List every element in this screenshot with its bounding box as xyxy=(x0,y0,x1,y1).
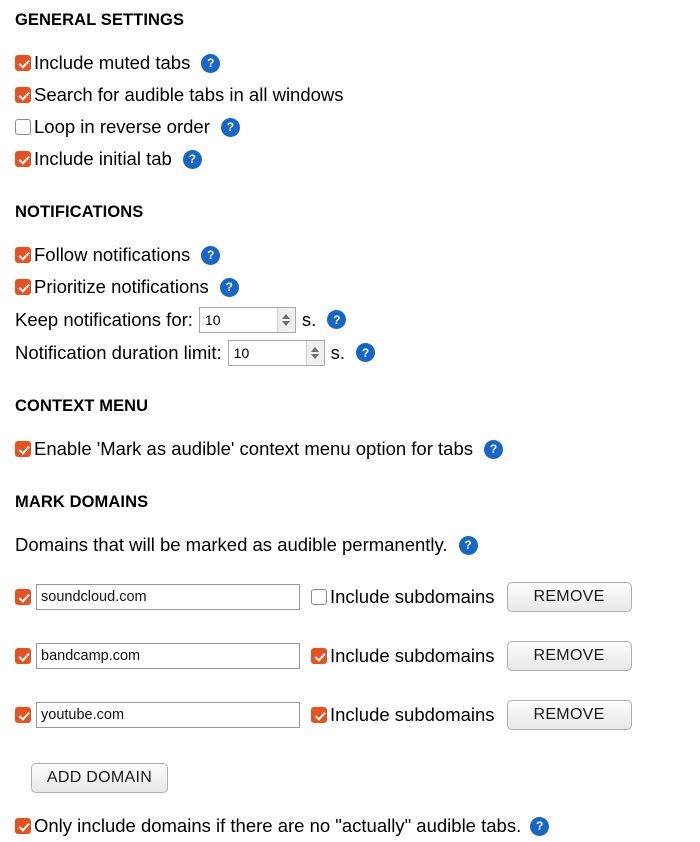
checkbox-include-subdomains[interactable] xyxy=(311,707,327,723)
section-title-general: GENERAL SETTINGS xyxy=(15,11,185,29)
option-search-all-windows[interactable]: Search for audible tabs in all windows xyxy=(15,79,700,111)
label-follow-notifications: Follow notifications xyxy=(34,244,191,265)
add-domain-button[interactable]: ADD DOMAIN xyxy=(31,763,168,793)
checkbox-domain-enabled[interactable] xyxy=(15,589,31,605)
spinner-stepper[interactable] xyxy=(276,307,295,332)
notification-duration-limit-value: 10 xyxy=(233,344,250,361)
help-icon[interactable]: ? xyxy=(484,439,503,459)
option-enable-mark-as-audible[interactable]: Enable 'Mark as audible' context menu op… xyxy=(15,433,700,465)
remove-domain-button[interactable]: REMOVE xyxy=(506,700,632,730)
mark-domains-description-row: Domains that will be marked as audible p… xyxy=(15,529,700,561)
checkbox-include-subdomains[interactable] xyxy=(311,648,327,664)
mark-domains-description: Domains that will be marked as audible p… xyxy=(15,534,448,555)
domain-input[interactable]: bandcamp.com xyxy=(36,643,300,669)
options-page: GENERAL SETTINGS Include muted tabs ? Se… xyxy=(0,0,700,836)
checkbox-prioritize-notifications[interactable] xyxy=(15,279,31,295)
checkbox-follow-notifications[interactable] xyxy=(15,247,31,263)
checkbox-domain-enabled[interactable] xyxy=(15,707,31,723)
option-only-if-no-audible-tabs[interactable]: Only include domains if there are no "ac… xyxy=(15,810,700,842)
label-prioritize-notifications: Prioritize notifications xyxy=(34,276,209,297)
option-follow-notifications[interactable]: Follow notifications ? xyxy=(15,239,700,271)
checkbox-domain-enabled[interactable] xyxy=(15,648,31,664)
add-domain-row: ADD DOMAIN xyxy=(15,762,700,794)
label-include-subdomains: Include subdomains xyxy=(330,586,495,607)
checkbox-enable-mark-as-audible[interactable] xyxy=(15,441,31,457)
chevron-up-icon[interactable] xyxy=(282,313,291,319)
notification-duration-limit-input[interactable]: 10 xyxy=(227,339,325,366)
section-title-context-menu: CONTEXT MENU xyxy=(15,397,149,415)
help-icon[interactable]: ? xyxy=(219,277,239,297)
setting-keep-notifications-for: Keep notifications for: 10 s. ? xyxy=(15,303,700,336)
label-include-subdomains: Include subdomains xyxy=(330,704,495,725)
checkbox-loop-reverse-order[interactable] xyxy=(15,119,31,135)
label-enable-mark-as-audible: Enable 'Mark as audible' context menu op… xyxy=(34,438,473,459)
section-title-mark-domains: MARK DOMAINS xyxy=(15,493,149,511)
spinner-stepper[interactable] xyxy=(305,340,324,365)
help-icon[interactable]: ? xyxy=(530,816,550,836)
label-only-if-no-audible-tabs: Only include domains if there are no "ac… xyxy=(34,815,522,836)
option-loop-reverse-order[interactable]: Loop in reverse order ? xyxy=(15,111,700,143)
domain-row: bandcamp.com Include subdomains REMOVE xyxy=(15,636,700,676)
chevron-down-icon[interactable] xyxy=(282,320,291,326)
checkbox-include-muted-tabs[interactable] xyxy=(15,55,31,71)
label-include-muted-tabs: Include muted tabs xyxy=(34,52,191,73)
help-icon[interactable]: ? xyxy=(201,245,221,265)
label-include-subdomains: Include subdomains xyxy=(330,645,495,666)
checkbox-only-if-no-audible-tabs[interactable] xyxy=(15,818,31,834)
setting-notification-duration-limit: Notification duration limit: 10 s. ? xyxy=(15,336,700,369)
checkbox-search-all-windows[interactable] xyxy=(15,87,31,103)
option-prioritize-notifications[interactable]: Prioritize notifications ? xyxy=(15,271,700,303)
help-icon[interactable]: ? xyxy=(182,149,202,169)
label-include-initial-tab: Include initial tab xyxy=(34,148,172,169)
chevron-up-icon[interactable] xyxy=(311,346,320,352)
domain-row: soundcloud.com Include subdomains REMOVE xyxy=(15,577,700,617)
help-icon[interactable]: ? xyxy=(356,343,376,362)
chevron-down-icon[interactable] xyxy=(311,353,320,359)
unit-seconds: s. xyxy=(301,308,317,330)
help-icon[interactable]: ? xyxy=(327,310,347,329)
option-include-muted-tabs[interactable]: Include muted tabs ? xyxy=(15,47,700,79)
section-title-notifications: NOTIFICATIONS xyxy=(15,203,144,221)
domain-input[interactable]: soundcloud.com xyxy=(36,584,300,610)
label-search-all-windows: Search for audible tabs in all windows xyxy=(34,84,344,105)
option-include-initial-tab[interactable]: Include initial tab ? xyxy=(15,143,700,175)
unit-seconds: s. xyxy=(330,341,346,363)
help-icon[interactable]: ? xyxy=(201,53,221,73)
checkbox-include-initial-tab[interactable] xyxy=(15,151,31,167)
label-loop-reverse-order: Loop in reverse order xyxy=(34,116,210,137)
keep-notifications-for-input[interactable]: 10 xyxy=(198,306,296,333)
remove-domain-button[interactable]: REMOVE xyxy=(506,641,632,671)
checkbox-include-subdomains[interactable] xyxy=(311,589,327,605)
label-keep-notifications-for: Keep notifications for: xyxy=(15,308,193,330)
help-icon[interactable]: ? xyxy=(458,535,478,555)
help-icon[interactable]: ? xyxy=(220,117,240,137)
label-notification-duration-limit: Notification duration limit: xyxy=(15,341,222,363)
keep-notifications-for-value: 10 xyxy=(204,311,221,328)
domain-input[interactable]: youtube.com xyxy=(36,702,300,728)
domain-row: youtube.com Include subdomains REMOVE xyxy=(15,695,700,735)
remove-domain-button[interactable]: REMOVE xyxy=(506,582,632,612)
